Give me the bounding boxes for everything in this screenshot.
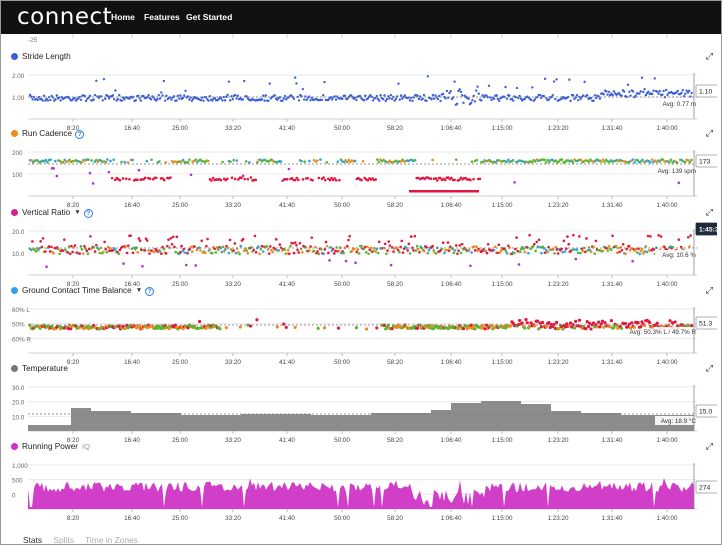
dropdown-caret-icon[interactable]: ▼	[136, 287, 142, 294]
average-label: Avg: 139 spm	[658, 168, 696, 175]
series-color-dot	[11, 364, 18, 372]
temperature-chart[interactable]: 30.020.010.08:20 16:40 25:00 33:20 41:40 50:0…	[11, 373, 717, 449]
stride-length-title: Stride Length	[11, 52, 71, 61]
cursor-value-tag: 173	[699, 159, 711, 166]
average-label: Avg: 10.6 %	[662, 252, 696, 259]
y-axis-label: 30.0	[12, 385, 25, 392]
y-axis-label: 10.0	[12, 414, 25, 421]
ground-contact-time-balance-series	[28, 317, 694, 331]
temperature-series	[28, 401, 694, 431]
x-axis-label: 50:00	[334, 515, 350, 522]
ground-contact-time-balance-chart[interactable]: 60% L50%60% R8:20 16:40 25:00 33:20 41:40 50:…	[11, 295, 717, 371]
x-axis-label: 1:15:00	[491, 515, 513, 522]
average-label: Avg: 50.3% L / 49.7% R	[629, 329, 696, 336]
tab-stats[interactable]: Stats	[23, 535, 42, 544]
y-axis-label: 0	[12, 492, 16, 499]
average-label: Avg: 0.77 m	[663, 101, 697, 108]
panel-title-text: Stride Length	[22, 52, 71, 61]
series-color-dot	[11, 129, 18, 137]
x-axis-label: 16:40	[124, 515, 140, 522]
cursor-value-tag: 1:45:32	[699, 227, 717, 234]
tab-time-in-zones[interactable]: Time in Zones	[85, 535, 138, 544]
vertical-ratio-series	[28, 233, 694, 269]
y-axis-label: 2.00	[12, 73, 25, 80]
x-axis-label: 1:06:40	[440, 515, 462, 522]
x-axis-label: 58:20	[387, 515, 403, 522]
nav-home-link[interactable]: Home	[111, 12, 135, 22]
connect-iq-label: IQ	[81, 442, 91, 451]
series-color-dot	[11, 52, 18, 60]
previous-chart-fragment: -25	[28, 34, 668, 44]
x-axis-label: 1:31:40	[601, 515, 623, 522]
cursor-value-tag: 274	[699, 485, 711, 492]
running-power-chart[interactable]: 1,000 500 0 8:20 16:40 25:00 33:20 41:40 50:00 58…	[11, 451, 717, 527]
x-axis-label: 25:00	[172, 515, 188, 522]
series-color-dot	[11, 286, 18, 294]
x-axis-label: 41:40	[279, 515, 295, 522]
nav-get-started-link[interactable]: Get Started	[186, 12, 232, 22]
cursor-value-tag: 1.10	[699, 89, 712, 96]
app-window: connect Home Features Get Started -25 St…	[0, 0, 722, 545]
stride-length-panel: Stride Length ⤢ 2.00 1.00 8:20 16:40 25:00 33:2…	[11, 51, 717, 132]
temperature-title: Temperature	[11, 364, 68, 373]
temperature-panel: Temperature ⤢ 30.0 20.0 10.0 8:20 16:40 25:00 33…	[11, 363, 717, 444]
panel-title-text: Running Power	[22, 442, 78, 451]
y-axis-label: 500	[12, 478, 23, 485]
y-axis-label: 50%	[12, 322, 25, 329]
panel-title-text: Vertical Ratio	[22, 208, 71, 217]
cursor-value-tag: 15.0	[699, 409, 712, 416]
y-axis-label: 1,000	[12, 463, 28, 470]
panel-title-text: Ground Contact Time Balance	[22, 286, 132, 295]
running-power-panel: Running Power IQ ⤢ 1,000 500 0 8:20 16:40 25:00 3…	[11, 441, 717, 522]
vertical-ratio-panel: Vertical Ratio ▼? ⤢ 20.0 10.0 8:20 16:40 25:00 3…	[11, 207, 717, 288]
y-axis-label: 10.0	[12, 251, 25, 258]
cursor-value-tag: 51.3	[699, 321, 712, 328]
series-color-dot	[11, 442, 18, 450]
fragment-y-label: -25	[28, 37, 38, 44]
y-axis-label: 60% R	[12, 336, 31, 343]
vertical-ratio-chart[interactable]: 20.010.08:20 16:40 25:00 33:20 41:40 50:00 58:…	[11, 217, 717, 293]
tab-splits[interactable]: Splits	[53, 535, 73, 544]
series-color-dot	[11, 208, 18, 216]
x-axis-label: 1:40:00	[656, 515, 678, 522]
stride-length-series	[28, 75, 693, 106]
run-cadence-panel: Run Cadence? ⤢ 200 100 8:20 16:40 25:00 33:20 41…	[11, 128, 717, 209]
dropdown-caret-icon[interactable]: ▼	[74, 209, 80, 216]
y-axis-label: 200	[12, 150, 23, 157]
y-axis-label: 1.00	[12, 95, 25, 102]
connect-logo[interactable]: connect	[17, 4, 112, 30]
x-axis-label: 33:20	[225, 515, 241, 522]
run-cadence-chart[interactable]: 2001008:20 16:40 25:00 33:20 41:40 50:00 58:20…	[11, 138, 717, 214]
y-axis-label: 60% L	[12, 307, 30, 314]
running-power-title: Running Power IQ	[11, 442, 90, 451]
y-axis-label: 100	[12, 172, 23, 179]
y-axis-label: 20.0	[12, 229, 25, 236]
panel-title-text: Temperature	[22, 364, 68, 373]
average-label: Avg: 18.9 °C	[661, 417, 697, 425]
stride-length-chart[interactable]: 2.001.008:20 16:40 25:00 33:20 41:40 50:00 58:…	[11, 61, 717, 137]
nav-features-link[interactable]: Features	[144, 12, 180, 22]
top-navigation-bar: connect Home Features Get Started	[1, 1, 721, 34]
x-axis-label: 1:23:20	[547, 515, 569, 522]
ground-contact-time-balance-panel: Ground Contact Time Balance ▼? ⤢ 60% L 50% 60…	[11, 285, 717, 366]
x-axis-label: 8:20	[67, 515, 80, 522]
panel-title-text: Run Cadence	[22, 129, 73, 138]
bottom-tabs: Stats Splits Time in Zones	[23, 535, 147, 544]
run-cadence-series	[28, 158, 693, 193]
running-power-series	[28, 478, 694, 509]
y-axis-label: 20.0	[12, 400, 25, 407]
